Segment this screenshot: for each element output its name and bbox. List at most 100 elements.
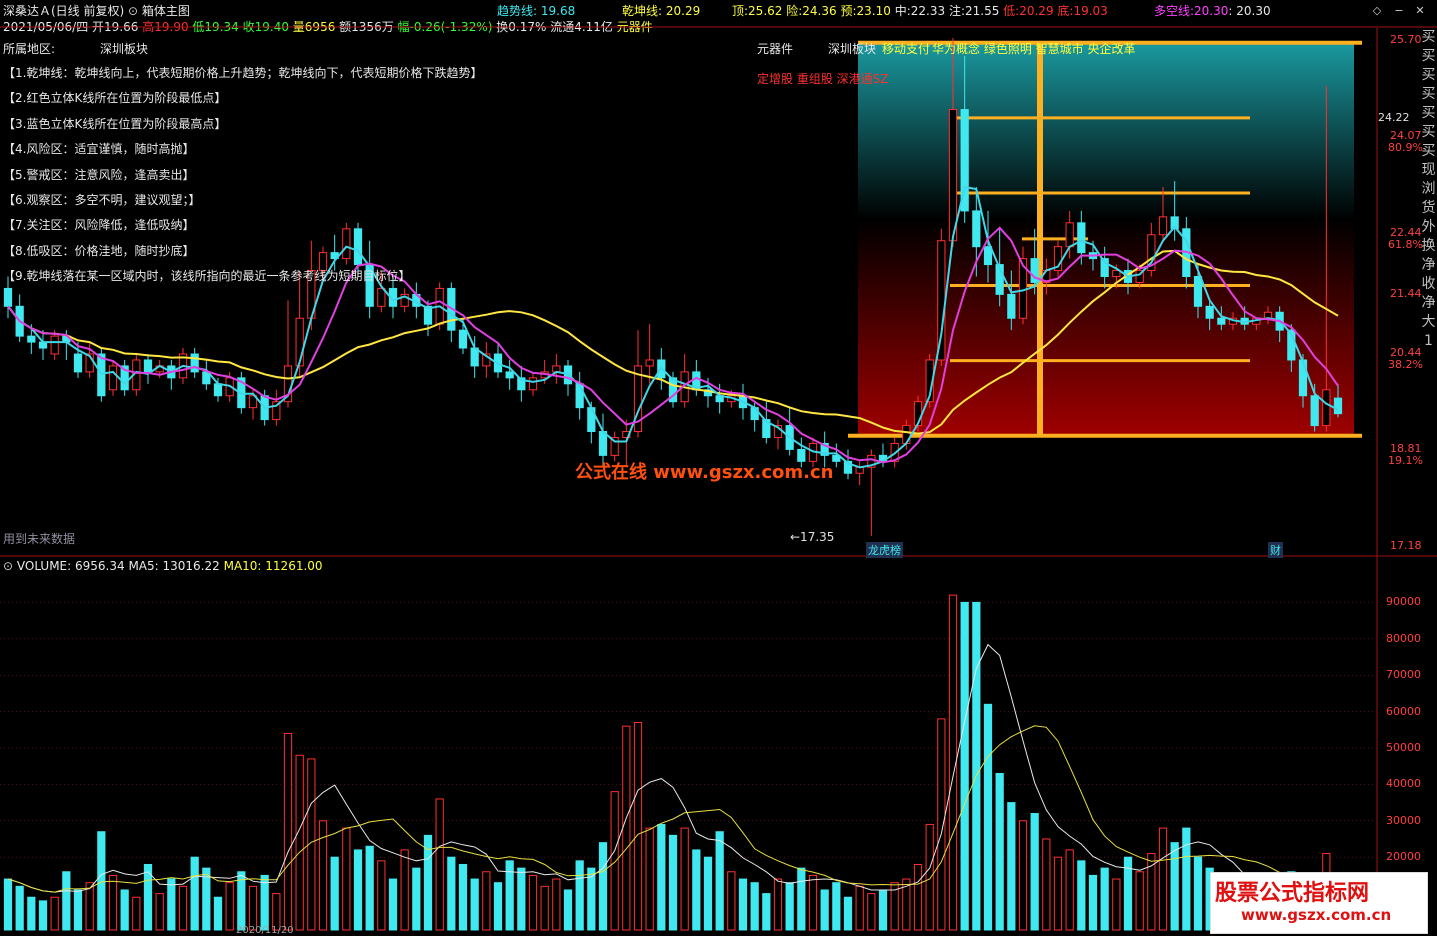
strip-tab[interactable]: 买 (1420, 104, 1437, 123)
volume-bar (1135, 871, 1144, 931)
volume-bar (657, 823, 666, 931)
strip-tab[interactable]: 买 (1420, 47, 1437, 66)
volume-bar (995, 772, 1004, 931)
concepts-prefix: 移动支付 (882, 42, 931, 56)
volume-bar (1053, 856, 1063, 931)
volume-bar (120, 889, 129, 931)
candle-body (143, 359, 153, 373)
volume-collapse-icon[interactable]: ⊙ (3, 559, 13, 573)
candle-body (528, 377, 538, 391)
volume-bar (972, 601, 981, 931)
note-item: 【4.风险区：适宜谨慎，随时高抛】 (3, 142, 195, 157)
volume-bar (773, 878, 783, 931)
finance-marker[interactable]: 财 (1268, 542, 1283, 558)
volume-bar (1077, 860, 1086, 931)
volume-bar (38, 900, 48, 931)
volume-bar (3, 878, 13, 931)
volume-bar (85, 882, 94, 931)
volume-bar (692, 849, 701, 931)
volume-bar (377, 860, 386, 931)
candle-body (1007, 293, 1016, 319)
volume-bar (680, 827, 689, 931)
volume-bar (1158, 827, 1168, 931)
volume-bar (1112, 878, 1121, 931)
volume-bar (225, 882, 234, 931)
candle-body (1193, 275, 1203, 307)
volume-bar (563, 889, 573, 931)
concepts: 华为概念 绿色照明 智慧城市 央企改革 (932, 42, 1136, 56)
volume-axis-label: 80000 (1386, 631, 1421, 645)
candle-body (972, 210, 981, 248)
strip-tab[interactable]: 买 (1420, 85, 1437, 104)
candle-body (353, 228, 363, 266)
candle-body (213, 383, 223, 397)
site-banner[interactable]: 股票公式指标网 www.gszx.com.cn (1210, 872, 1428, 934)
strip-tab[interactable]: 买 (1420, 123, 1437, 142)
candle-body (1065, 222, 1074, 248)
volume-bar (1030, 813, 1039, 931)
price-label-4: 80.9% (1388, 141, 1423, 154)
candle-body (27, 335, 36, 343)
candle-body (983, 246, 993, 266)
volume-bar (913, 863, 923, 931)
strip-tab[interactable]: 买 (1420, 28, 1437, 47)
volume-bar (1065, 849, 1074, 931)
volume-bar (213, 896, 223, 931)
volume-bar (248, 885, 258, 931)
strip-tab[interactable]: 现 (1420, 161, 1437, 180)
volume-axis-label: 30000 (1386, 813, 1421, 827)
volume-bar (750, 882, 759, 931)
volume-ma5: MA5: 13016.22 (128, 559, 220, 573)
volume-bar (155, 893, 164, 931)
volume-axis-label: 40000 (1386, 777, 1421, 791)
strip-tab[interactable]: 1 (1420, 332, 1437, 351)
watermark: 公式在线 www.gszx.com.cn (575, 462, 834, 483)
candle-body (342, 228, 351, 260)
banner-url: www.gszx.com.cn (1241, 906, 1392, 924)
note-item: 【2.红色立体K线所在位置为阶段最低点】 (3, 91, 227, 106)
right-panel-strip[interactable]: 买买买买买买买现浏货外换净收净大1 (1420, 28, 1437, 448)
strip-tab[interactable]: 大 (1420, 313, 1437, 332)
volume-bar (435, 798, 444, 931)
volume-bar (808, 874, 818, 931)
note-item: 【3.蓝色立体K线所在位置为阶段最高点】 (3, 116, 227, 131)
volume-bar (1018, 820, 1028, 931)
strip-tab[interactable]: 买 (1420, 142, 1437, 161)
volume-bar (447, 856, 456, 931)
volume-axis-label: 50000 (1386, 741, 1421, 754)
tags: 定增股 重组股 深港通SZ (757, 72, 889, 86)
strip-tab[interactable]: 浏 (1420, 180, 1437, 199)
candle-body (108, 365, 118, 391)
volume-bar (540, 885, 549, 931)
volume-bar (937, 718, 946, 931)
strip-tab[interactable]: 买 (1420, 66, 1437, 85)
volume-axis-label: 60000 (1386, 704, 1421, 718)
strip-tab[interactable]: 换 (1420, 237, 1437, 256)
strip-tab[interactable]: 净 (1420, 256, 1437, 275)
strip-tab[interactable]: 外 (1420, 218, 1437, 237)
note-item: 【5.警戒区：注意风险，逢高卖出】 (3, 167, 195, 182)
volume-grid (0, 601, 1377, 858)
strip-tab[interactable]: 净 (1420, 294, 1437, 313)
date-label-1: 2020/11/20 (236, 925, 294, 936)
candle-body (1205, 305, 1214, 319)
board: 深圳板块 (828, 42, 877, 56)
future-data-label: 用到未来数据 (3, 532, 76, 546)
volume-bar (867, 893, 876, 931)
volume-bar (178, 885, 188, 931)
candle-body (1298, 359, 1308, 397)
strip-tab[interactable]: 货 (1420, 199, 1437, 218)
candle-body (645, 359, 654, 367)
volume-bar (482, 871, 491, 931)
volume-bar (62, 871, 71, 931)
strip-tab[interactable]: 收 (1420, 275, 1437, 294)
volume-bar (353, 849, 363, 931)
price-label-9: 38.2% (1388, 358, 1423, 371)
volume-bar (295, 754, 304, 931)
dragon-tiger-marker[interactable]: 龙虎榜 (866, 542, 903, 558)
volume-bar (645, 827, 654, 931)
volume-bar (633, 722, 643, 931)
note-item: 【1.乾坤线：乾坤线向上，代表短期价格上升趋势；乾坤线向下，代表短期价格下跌趋势… (3, 66, 483, 80)
volume-axis-label: 90000 (1386, 595, 1421, 609)
banner-title: 股票公式指标网 (1215, 880, 1370, 906)
